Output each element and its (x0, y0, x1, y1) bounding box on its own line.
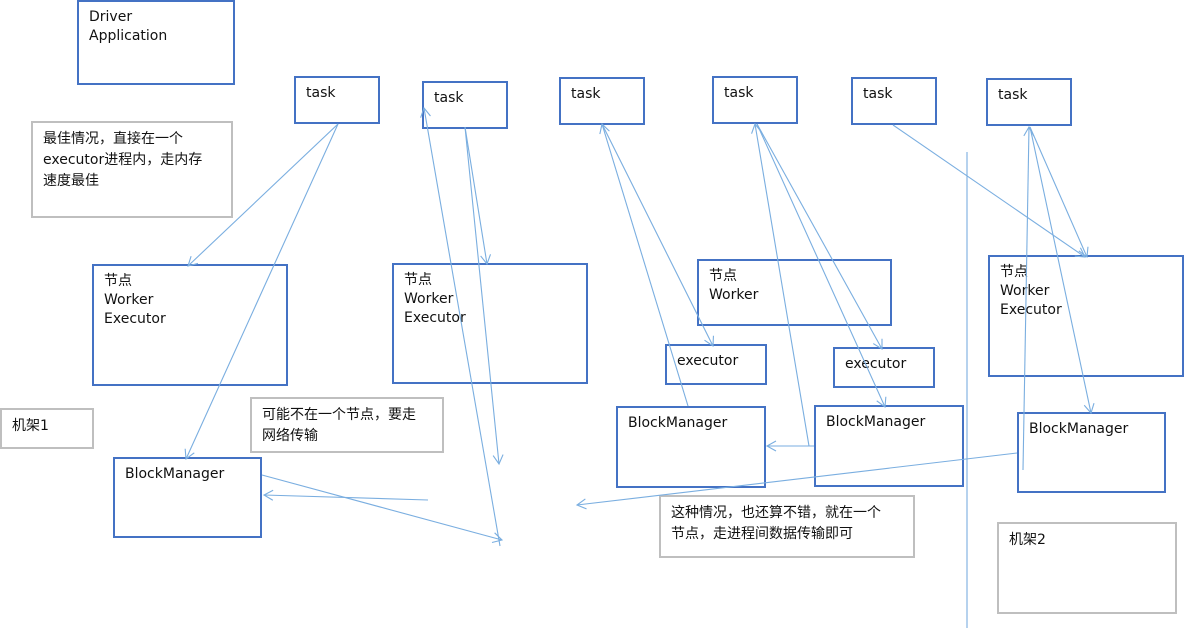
block-manager-3: BlockManager (814, 405, 964, 487)
worker-node-label: 节点 Worker Executor (104, 273, 166, 327)
worker-node-label: 节点 Worker Executor (1000, 264, 1062, 318)
task-label: task (863, 86, 893, 102)
executor-label: executor (677, 353, 739, 369)
driver-application-box: Driver Application (77, 0, 235, 85)
driver-application-label: Driver Application (89, 9, 168, 44)
task-label: task (434, 90, 464, 106)
block-manager-label: BlockManager (826, 414, 926, 430)
block-manager-1: BlockManager (113, 457, 262, 538)
task-label: task (571, 86, 601, 102)
task-box-2: task (422, 81, 508, 129)
worker-node-3: 节点 Worker (697, 259, 892, 326)
arrow-to-bm1 (262, 489, 429, 501)
worker-node-label: 节点 Worker Executor (404, 272, 466, 326)
block-manager-label: BlockManager (125, 466, 225, 482)
note-same-node-text: 这种情况，也还算不错，就在一个 节点，走进程间数据传输即可 (671, 505, 881, 542)
task-box-6: task (986, 78, 1072, 126)
task-label: task (998, 87, 1028, 103)
arrow-task2-node2 (464, 126, 492, 266)
block-manager-4: BlockManager (1017, 412, 1166, 493)
note-same-node: 这种情况，也还算不错，就在一个 节点，走进程间数据传输即可 (659, 495, 915, 558)
note-network-transfer: 可能不在一个节点，要走 网络传输 (250, 397, 444, 453)
note-best-case-text: 最佳情况，直接在一个 executor进程内，走内存 速度最佳 (43, 131, 203, 189)
worker-node-2: 节点 Worker Executor (392, 263, 588, 384)
task-box-3: task (559, 77, 645, 125)
worker-node-1: 节点 Worker Executor (92, 264, 288, 386)
executor-box-1: executor (665, 344, 767, 385)
note-rack-1: 机架1 (0, 408, 94, 449)
note-rack-2: 机架2 (997, 522, 1177, 614)
block-manager-2: BlockManager (616, 406, 766, 488)
note-rack-2-text: 机架2 (1009, 532, 1046, 548)
arrow-bm1-out (261, 474, 504, 544)
task-box-1: task (294, 76, 380, 124)
task-label: task (306, 85, 336, 101)
note-network-transfer-text: 可能不在一个节点，要走 网络传输 (262, 407, 416, 444)
worker-node-4: 节点 Worker Executor (988, 255, 1184, 377)
task-box-4: task (712, 76, 798, 124)
arrow-task6-node4 (1029, 126, 1089, 259)
executor-label: executor (845, 356, 907, 372)
block-manager-label: BlockManager (628, 415, 728, 431)
task-label: task (724, 85, 754, 101)
worker-node-label: 节点 Worker (709, 268, 759, 303)
executor-box-2: executor (833, 347, 935, 388)
note-best-case: 最佳情况，直接在一个 executor进程内，走内存 速度最佳 (31, 121, 233, 218)
arrow-task5-node4 (892, 124, 1086, 258)
block-manager-label: BlockManager (1029, 421, 1129, 437)
task-box-5: task (851, 77, 937, 125)
note-rack-1-text: 机架1 (12, 418, 49, 434)
